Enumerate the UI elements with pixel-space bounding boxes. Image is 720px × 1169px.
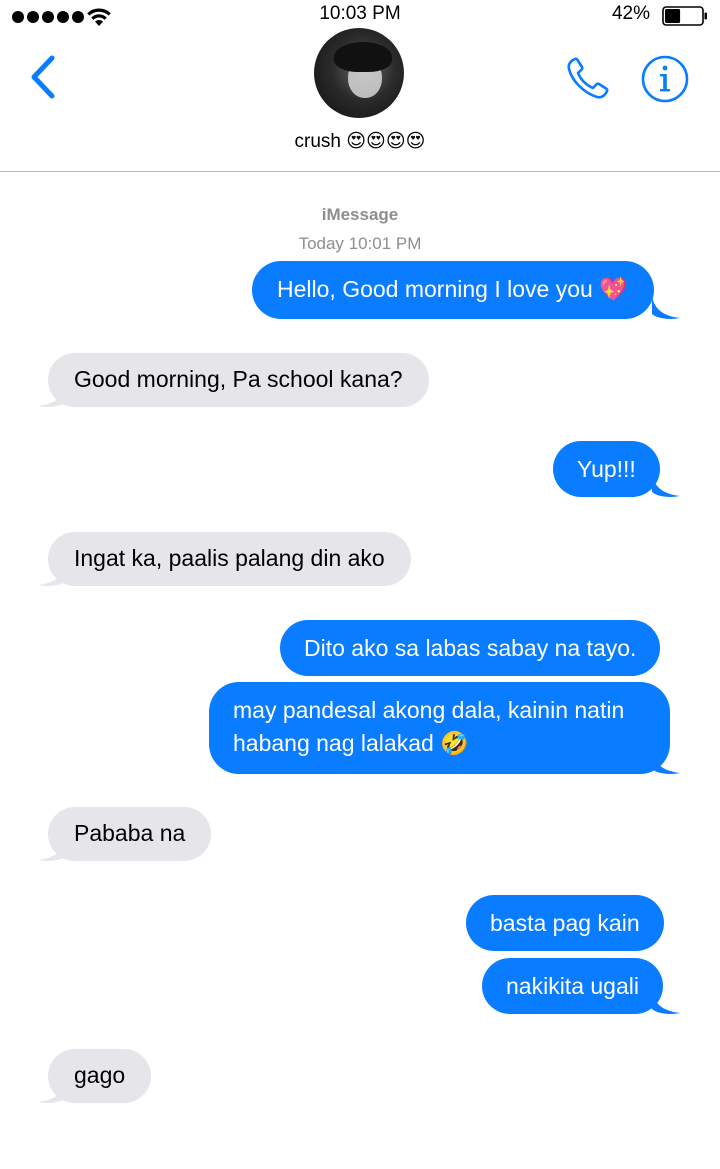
message-text: Hello, Good morning I love you bbox=[277, 276, 593, 302]
message-text-line: may pandesal akong dala, kainin natin bbox=[233, 697, 625, 723]
bubble-tail bbox=[652, 474, 680, 497]
service-label: iMessage bbox=[321, 205, 399, 224]
contact-name-text: crush bbox=[294, 131, 341, 152]
thread-timestamp: Today 10:01 PM bbox=[298, 234, 422, 253]
message-outgoing[interactable]: Dito ako sa labas sabay na tayo. bbox=[280, 620, 661, 676]
contact-name[interactable]: crush 😍😍😍😍 bbox=[0, 130, 720, 153]
bubble-tail bbox=[652, 991, 680, 1014]
message-text: basta pag kain bbox=[490, 910, 640, 936]
battery-icon bbox=[662, 6, 707, 26]
message-outgoing[interactable]: Yup!!! bbox=[553, 441, 660, 497]
contact-name-emojis: 😍😍😍😍 bbox=[346, 130, 426, 152]
battery-percentage: 42% bbox=[611, 3, 650, 24]
message-text: Good morning, Pa school kana? bbox=[74, 366, 403, 392]
sparkling-heart-emoji: 💖 bbox=[599, 277, 628, 303]
message-text: Pababa na bbox=[74, 820, 186, 846]
message-text-line: habang nag lalakad bbox=[233, 730, 434, 756]
conversation-header: crush 😍😍😍😍 bbox=[0, 28, 720, 172]
message-text: gago bbox=[74, 1062, 126, 1088]
phone-icon[interactable] bbox=[562, 54, 612, 104]
contact-avatar[interactable] bbox=[314, 28, 404, 118]
message-incoming[interactable]: Pababa na bbox=[48, 807, 212, 861]
message-text: Dito ako sa labas sabay na tayo. bbox=[304, 635, 637, 661]
message-text: Yup!!! bbox=[577, 456, 636, 482]
bubble-tail bbox=[38, 1080, 66, 1103]
bubble-tail bbox=[652, 751, 680, 774]
rolling-laughing-emoji: 🤣 bbox=[440, 731, 469, 757]
bubble-tail bbox=[652, 296, 680, 319]
message-text: Ingat ka, paalis palang din ako bbox=[74, 545, 385, 571]
message-outgoing[interactable]: basta pag kain bbox=[466, 895, 664, 951]
message-outgoing[interactable]: nakikita ugali bbox=[482, 958, 663, 1014]
bubble-tail bbox=[38, 563, 66, 586]
message-incoming[interactable]: Ingat ka, paalis palang din ako bbox=[48, 532, 411, 586]
message-outgoing[interactable]: Hello, Good morning I love you 💖 bbox=[252, 261, 654, 319]
chevron-left-icon[interactable] bbox=[26, 54, 62, 100]
message-incoming[interactable]: Good morning, Pa school kana? bbox=[48, 353, 429, 407]
message-outgoing[interactable]: may pandesal akong dala, kainin natin ha… bbox=[209, 682, 670, 774]
message-text: nakikita ugali bbox=[506, 973, 639, 999]
bubble-tail bbox=[38, 384, 66, 407]
bubble-tail bbox=[38, 838, 66, 861]
info-icon[interactable] bbox=[640, 54, 690, 104]
